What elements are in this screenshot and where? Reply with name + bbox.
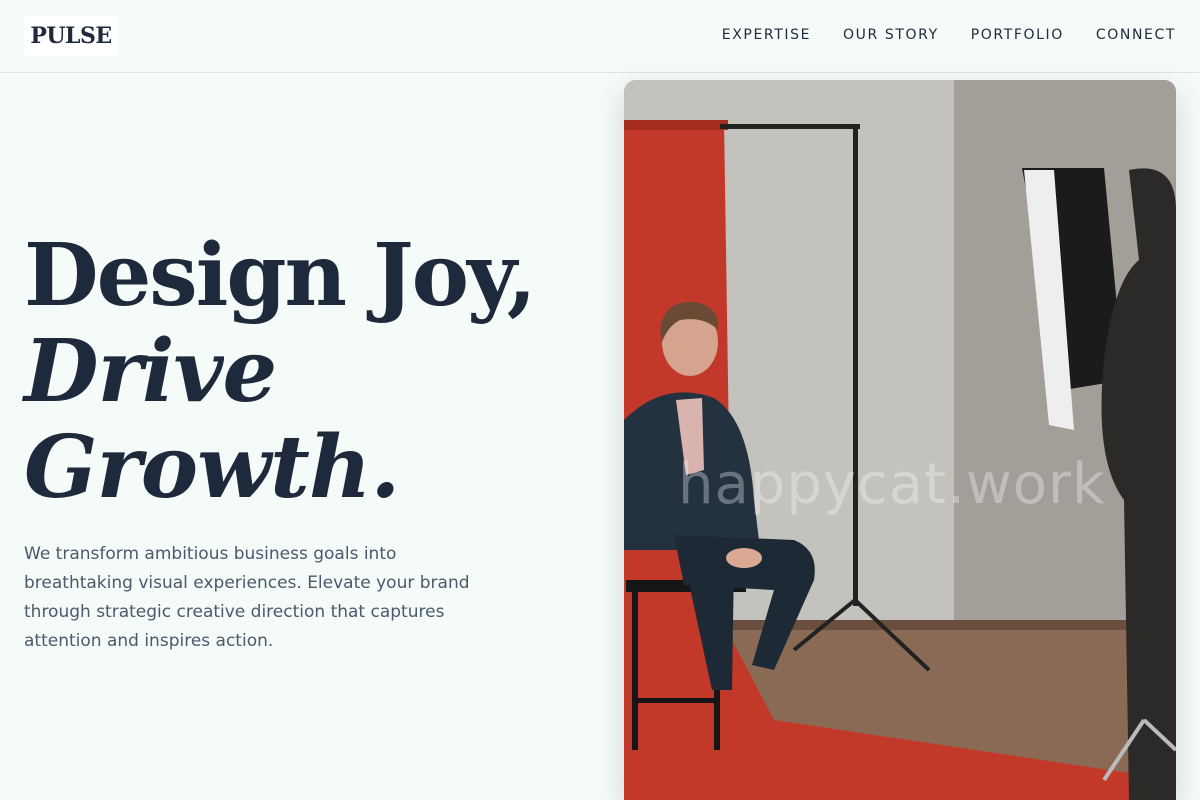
image-watermark: happycat.work — [678, 452, 1106, 517]
logo[interactable]: PULSE — [24, 16, 118, 56]
nav-link-our-story[interactable]: OUR STORY — [843, 27, 939, 43]
hero-intro-text: We transform ambitious business goals in… — [24, 544, 470, 651]
nav-link-expertise[interactable]: EXPERTISE — [722, 27, 811, 43]
headline-line-3: Growth. — [24, 417, 400, 518]
nav-link-portfolio[interactable]: PORTFOLIO — [971, 27, 1064, 43]
headline-line-1: Design Joy, — [24, 225, 537, 326]
headline-line-2: Drive — [24, 321, 277, 422]
main-nav: EXPERTISE OUR STORY PORTFOLIO CONNECT — [722, 27, 1176, 43]
hero-headline: Design Joy, Drive Growth. — [24, 225, 537, 518]
site-header: PULSE EXPERTISE OUR STORY PORTFOLIO CONN… — [0, 0, 1200, 73]
hero-photo: happycat.work — [624, 80, 1176, 800]
nav-link-connect[interactable]: CONNECT — [1096, 27, 1176, 43]
photo-studio-scene — [624, 80, 1176, 800]
